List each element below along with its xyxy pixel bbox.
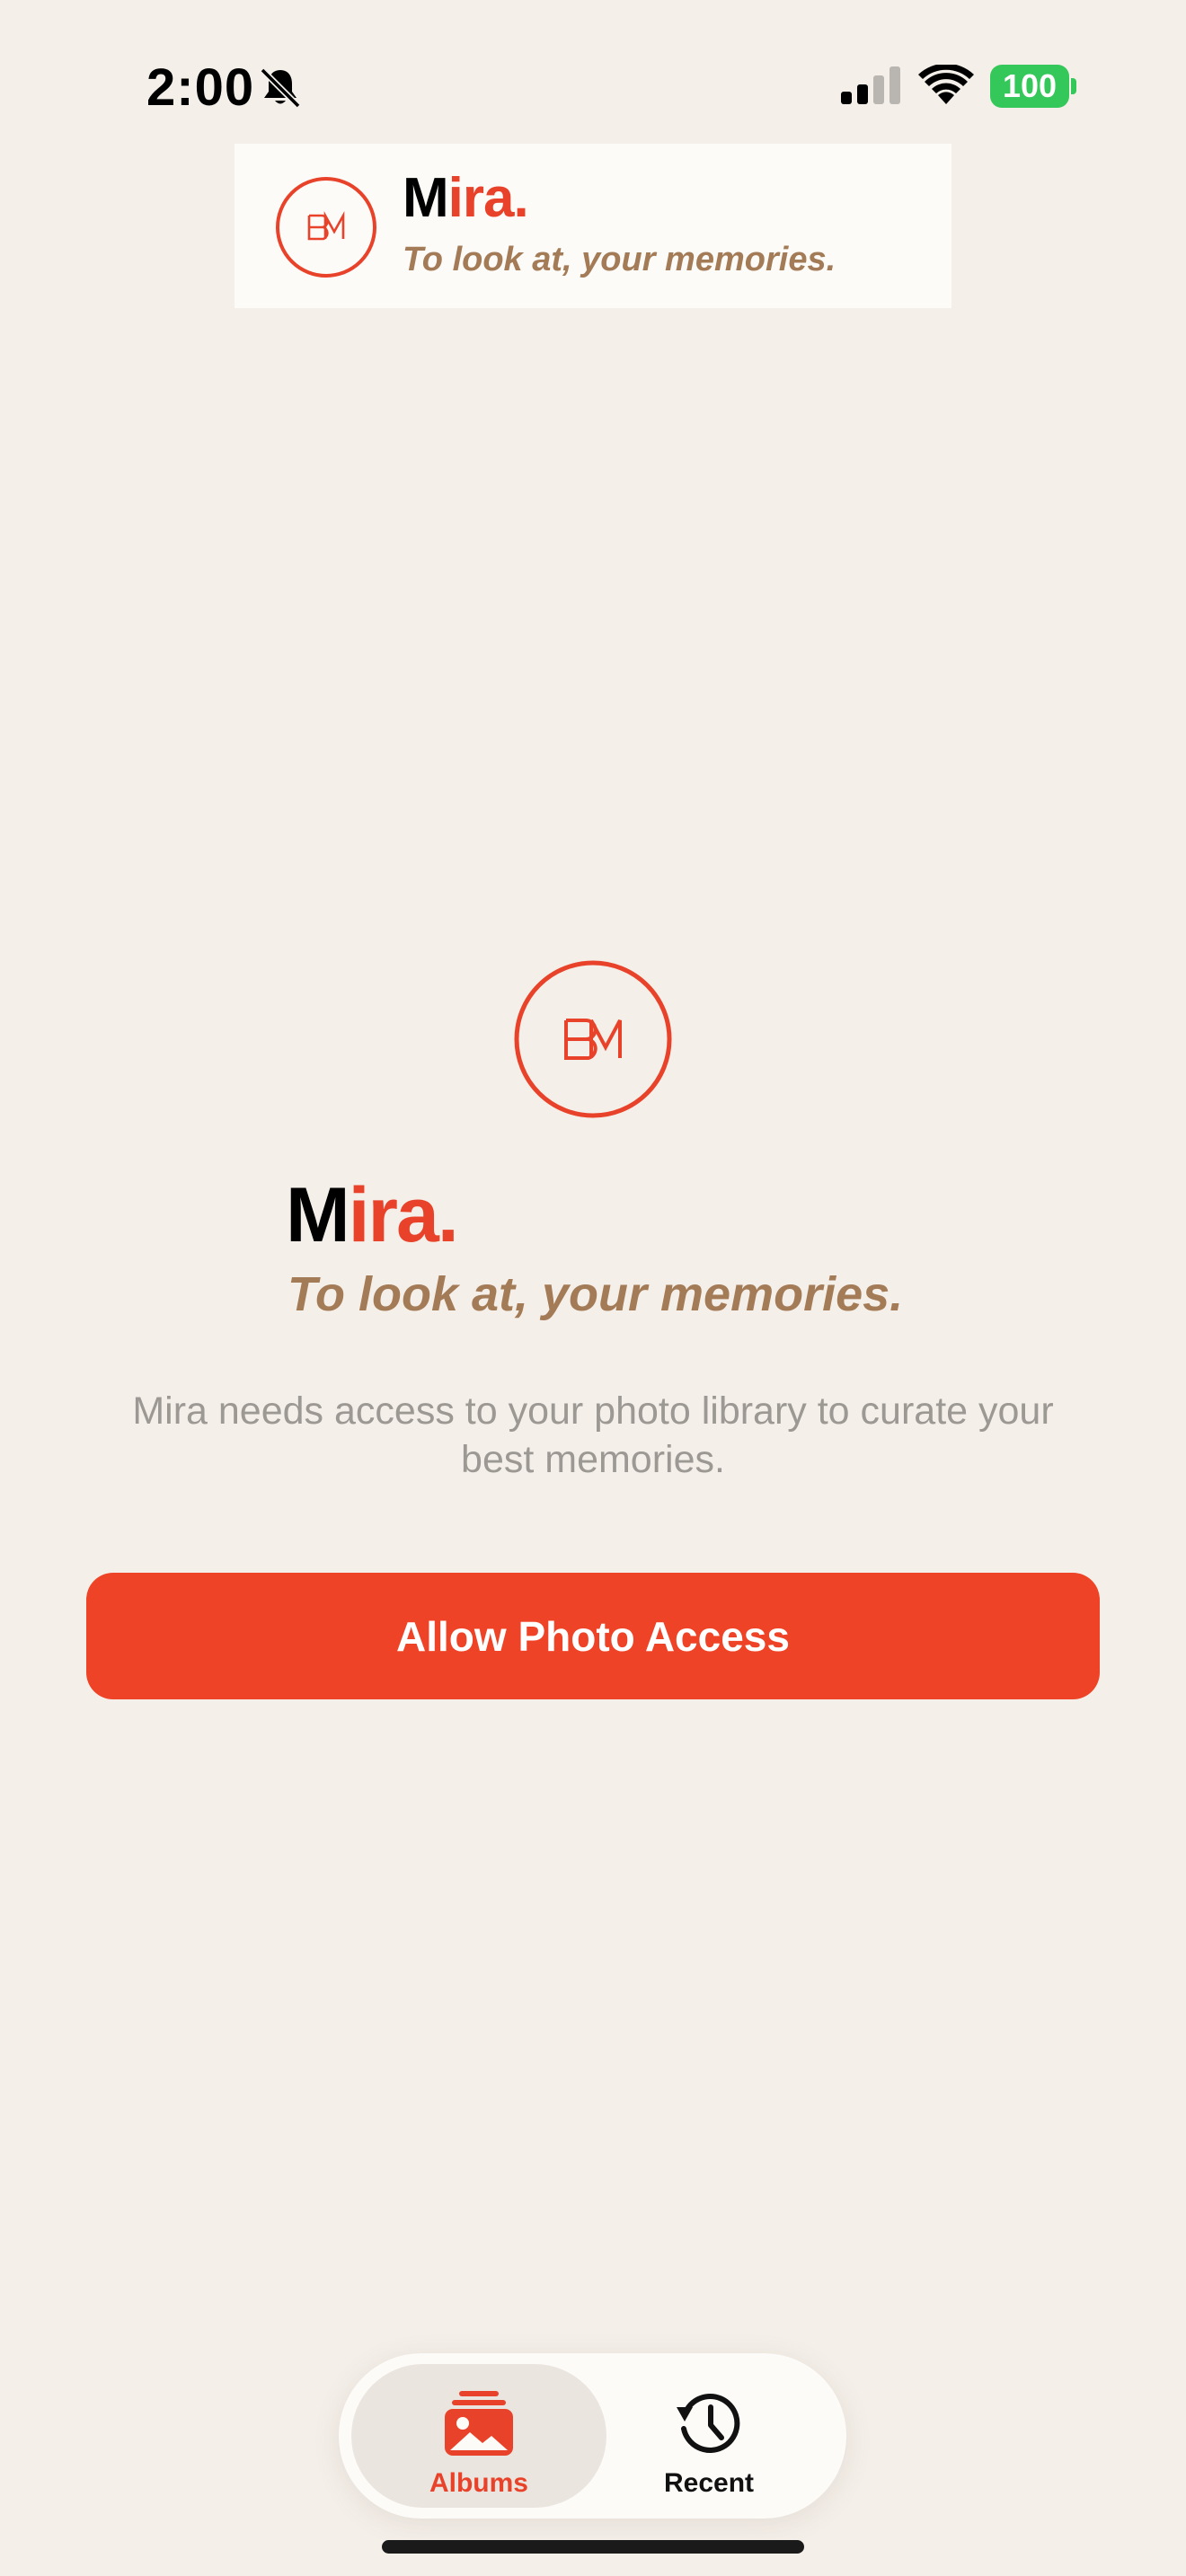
battery-level: 100 (990, 65, 1069, 108)
tab-albums-label: Albums (429, 2468, 528, 2498)
clock-history-icon (677, 2394, 740, 2453)
tab-recent[interactable]: Recent (581, 2364, 836, 2508)
banner-tagline: To look at, your memories. (403, 241, 836, 278)
mira-logo-icon (514, 960, 672, 1118)
permission-description: Mira needs access to your photo library … (132, 1389, 1054, 1481)
allow-photo-access-button[interactable]: Allow Photo Access (86, 1573, 1100, 1699)
hero-app-name: Mira. (286, 1177, 459, 1254)
banner-name-prefix: M (403, 167, 449, 229)
tab-albums[interactable]: Albums (351, 2364, 606, 2508)
hero-tagline: To look at, your memories. (288, 1267, 904, 1321)
status-time: 2:00 (146, 58, 255, 117)
battery-cap (1071, 78, 1076, 94)
bell-slash-icon (260, 67, 301, 109)
battery-icon: 100 (990, 65, 1076, 108)
home-indicator[interactable] (382, 2540, 804, 2554)
mira-logo-icon (276, 177, 376, 278)
photo-stack-icon (445, 2391, 513, 2456)
banner-name-suffix: ira. (447, 167, 529, 229)
wifi-icon (918, 65, 974, 104)
banner-app-name: Mira. (403, 171, 529, 226)
tab-bar: Albums Recent (339, 2353, 846, 2519)
hero-name-prefix: M (286, 1172, 350, 1258)
app-banner: Mira. To look at, your memories. (235, 144, 951, 308)
hero-name-suffix: ira. (348, 1172, 459, 1258)
cellular-signal-icon (841, 66, 900, 104)
tab-recent-label: Recent (663, 2468, 755, 2498)
